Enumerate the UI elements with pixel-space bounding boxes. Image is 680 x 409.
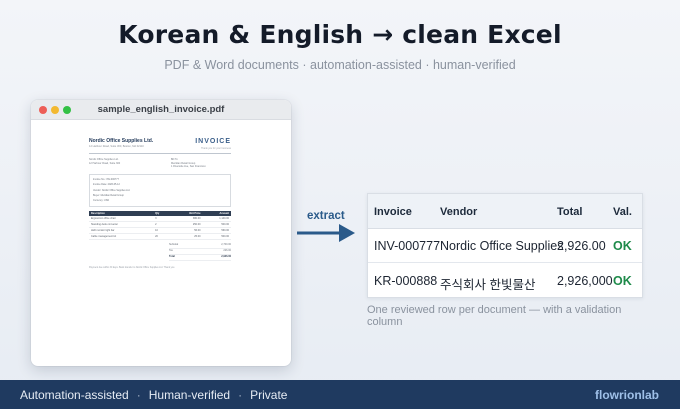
footer-feature: Human-verified (148, 388, 231, 402)
page-subtitle: PDF & Word documents · automation-assist… (164, 58, 516, 72)
pdf-preview-window: sample_english_invoice.pdf Nordic Office… (31, 100, 291, 366)
page-headline: Korean & English → clean Excel (118, 20, 562, 49)
doc-footer-note: Payment due within 30 days. Bank transfe… (89, 267, 175, 270)
doc-item-row: Cable management kit 20 25.00 500.00 (89, 233, 231, 241)
extract-label: extract (307, 210, 345, 222)
doc-cell: 25.00 (170, 233, 203, 241)
doc-from-line: 12 Harbour Road, Suite 300 (89, 161, 121, 165)
extract-arrow-icon (297, 224, 355, 242)
doc-cell: 500.00 (202, 233, 231, 241)
doc-total-label: Tax (169, 249, 173, 253)
footer-features: Automation-assisted · Human-verified · Priva… (20, 388, 287, 402)
invoice-document: Nordic Office Supplies Ltd. 12 Harbour R… (89, 138, 231, 269)
doc-total-value: 226.00 (223, 249, 231, 253)
doc-bill-line: Meridian Retail Group (171, 161, 196, 165)
cell-validation-status: OK (613, 239, 632, 253)
window-filename: sample_english_invoice.pdf (97, 104, 225, 115)
doc-from-line: Nordic Office Supplies Ltd. (89, 158, 119, 161)
table-row: INV-000777 Nordic Office Supplies 2,926.… (368, 229, 642, 263)
brand-logo: flowrionlab (595, 388, 659, 402)
doc-bill-line: Bill To (171, 158, 178, 161)
doc-line-items: Description Qty Unit Price Amount Ergono… (89, 210, 231, 241)
doc-grand-total-row: Total 2,926.00 (169, 255, 231, 262)
doc-bill-line: 1 Riverside Ave, San Francisco (171, 165, 206, 169)
table-row: KR-000888 주식회사 한빛물산 2,926,000 OK (368, 264, 642, 298)
cell-vendor: 주식회사 한빛물산 (440, 278, 536, 292)
table-caption: One reviewed row per document — with a v… (367, 304, 622, 328)
doc-total-label: Total (169, 255, 175, 259)
doc-totals: Subtotal 2,700.00 Tax 226.00 Total 2,926.00 (169, 243, 231, 262)
doc-from: Nordic Office Supplies Ltd. 12 Harbour R… (89, 158, 149, 169)
window-titlebar: sample_english_invoice.pdf (31, 100, 291, 120)
footer-separator: · (238, 388, 243, 402)
doc-divider (89, 153, 231, 154)
doc-meta-box: Invoice No.: INV-000777 Invoice Date: 20… (89, 173, 231, 207)
footer-separator: · (136, 388, 141, 402)
cell-invoice: KR-000888 (374, 274, 438, 288)
doc-cell: 20 (153, 233, 171, 241)
doc-bill-to: Bill To Meridian Retail Group 1 Riversid… (171, 158, 231, 169)
doc-total-value: 2,700.00 (221, 243, 231, 247)
column-header-vendor: Vendor (440, 206, 478, 218)
doc-title: INVOICE (195, 138, 231, 145)
column-header-validation: Val. (613, 206, 632, 218)
footer-feature: Automation-assisted (20, 388, 129, 402)
table-header-row: Invoice Vendor Total Val. (368, 194, 642, 229)
doc-title-sub: Thank you for your business (200, 147, 231, 150)
doc-cell: Cable management kit (89, 233, 154, 241)
cell-vendor: Nordic Office Supplies (440, 239, 564, 253)
cell-validation-status: OK (613, 274, 632, 288)
cell-total: 2,926.00 (557, 239, 606, 253)
footer-bar: Automation-assisted · Human-verified · Priva… (0, 380, 680, 409)
column-header-total: Total (557, 206, 583, 218)
footer-feature: Private (250, 388, 288, 402)
cell-total: 2,926,000 (557, 274, 613, 288)
cell-invoice: INV-000777 (374, 239, 441, 253)
column-header-invoice: Invoice (374, 206, 412, 218)
doc-addresses: Nordic Office Supplies Ltd. 12 Harbour R… (89, 158, 231, 169)
doc-total-value: 2,926.00 (221, 255, 231, 259)
doc-total-label: Subtotal (169, 243, 179, 247)
doc-meta-line: Currency: USD (93, 199, 110, 203)
excel-result-table: Invoice Vendor Total Val. INV-000777 Nor… (367, 193, 643, 298)
